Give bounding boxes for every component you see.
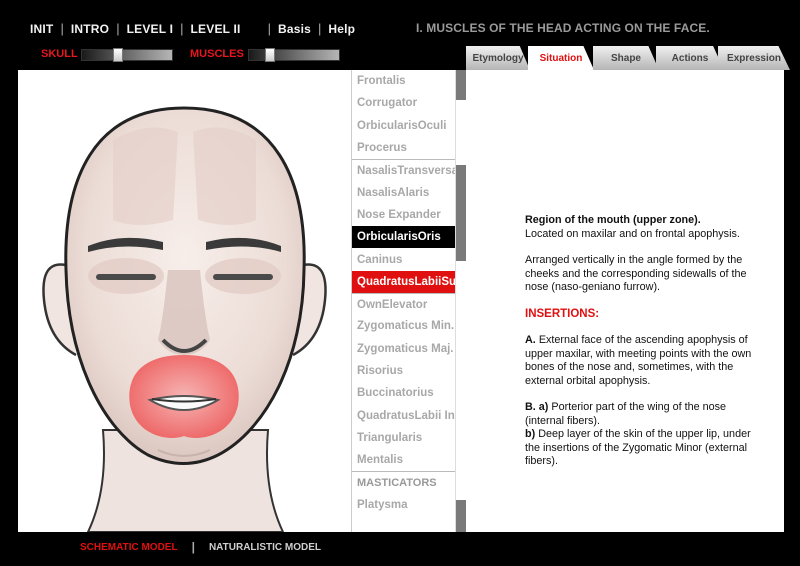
muscle-list-item[interactable]: Zygomaticus Min. (352, 315, 456, 337)
muscle-list-item[interactable]: OwnElevator (352, 292, 456, 315)
arranged-text: Arranged vertically in the angle formed … (525, 254, 747, 293)
insertion-bb-label: b) (525, 428, 536, 440)
muscles-slider[interactable] (248, 48, 340, 62)
muscle-list-item[interactable]: OrbicularisOris (352, 226, 456, 249)
muscle-list-item[interactable]: Platysma (352, 494, 456, 516)
muscle-list-scrollbar[interactable] (455, 70, 466, 532)
nav-separator: | (318, 21, 322, 36)
right-eye (213, 274, 273, 280)
insertion-a-label: A. (525, 334, 536, 346)
muscle-list-item[interactable]: Risorius (352, 360, 456, 382)
muscle-list-item[interactable]: Corrugator (352, 92, 456, 114)
muscle-list-item[interactable]: Nose Expander (352, 204, 456, 226)
tab-situation[interactable]: Situation (528, 46, 594, 70)
face-illustration (42, 106, 327, 533)
nav-separator: | (116, 21, 120, 36)
skull-slider[interactable] (81, 48, 173, 62)
insertions-heading: INSERTIONS: (525, 307, 600, 320)
nav-separator: | (60, 21, 64, 36)
skull-slider-handle[interactable] (113, 48, 124, 62)
tab-etymology[interactable]: Etymology (466, 46, 530, 70)
nav-level-1[interactable]: LEVEL I (127, 22, 174, 36)
nav-init[interactable]: INIT (30, 22, 53, 36)
muscle-list-item[interactable]: NasalisTransversa (352, 159, 456, 181)
nav-intro[interactable]: INTRO (71, 22, 109, 36)
tab-shape[interactable]: Shape (593, 46, 659, 70)
frontalis-left-shape (113, 127, 178, 225)
bottom-separator: | (191, 540, 195, 554)
skull-label: SKULL (41, 48, 78, 60)
naturalistic-model-button[interactable]: NATURALISTIC MODEL (209, 542, 321, 553)
muscle-list-item[interactable]: Mentalis (352, 449, 456, 471)
situation-text: Region of the mouth (upper zone). Locate… (525, 214, 765, 482)
muscle-list-item[interactable]: NasalisAlaris (352, 181, 456, 203)
tab-actions[interactable]: Actions (656, 46, 724, 70)
muscle-list-item[interactable]: Caninus (352, 248, 456, 270)
left-eye (96, 274, 156, 280)
nav-level-2[interactable]: LEVEL II (191, 22, 241, 36)
insertion-a-text: External face of the ascending apophysis… (525, 334, 752, 387)
muscle-list-item[interactable]: Buccinatorius (352, 382, 456, 404)
face-model-panel (18, 70, 351, 533)
situation-info-panel: Region of the mouth (upper zone). Locate… (466, 70, 784, 532)
muscle-list-panel: Frontalis Corrugator OrbicularisOculi Proce… (351, 70, 466, 532)
insertion-ba-label: B. a) (525, 401, 549, 413)
top-nav: INIT | INTRO | LEVEL I | LEVEL II | Basi… (30, 21, 355, 36)
region-title: Region of the mouth (upper zone). (525, 214, 701, 226)
muscle-list-item[interactable]: Frontalis (352, 70, 456, 92)
muscle-list-item[interactable]: Procerus (352, 137, 456, 159)
frontalis-right-shape (193, 127, 256, 225)
scrollbar-segment[interactable] (456, 70, 466, 100)
scrollbar-segment[interactable] (456, 500, 466, 532)
muscle-list-item[interactable]: QuadratusLabii Inf. (352, 404, 456, 426)
muscle-list-item[interactable]: Zygomaticus Maj. (352, 338, 456, 360)
info-tabs: Etymology Situation Shape Actions Expres… (466, 46, 790, 70)
nav-basis[interactable]: Basis (278, 22, 311, 36)
muscle-list: Frontalis Corrugator OrbicularisOculi Proce… (352, 70, 456, 516)
scrollbar-segment[interactable] (456, 165, 466, 261)
muscles-label: MUSCLES (190, 48, 244, 60)
region-text: Located on maxilar and on frontal apophy… (525, 227, 740, 240)
nav-separator: | (267, 21, 271, 36)
muscles-slider-handle[interactable] (265, 48, 276, 62)
muscle-list-item[interactable]: Triangularis (352, 427, 456, 449)
muscle-list-item[interactable]: QuadratusLabiiSup. (352, 270, 456, 293)
page-title: I. MUSCLES OF THE HEAD ACTING ON THE FAC… (416, 21, 710, 35)
muscle-list-item[interactable]: MASTICATORS (352, 471, 456, 493)
insertion-bb-text: Deep layer of the skin of the upper lip,… (525, 428, 751, 467)
model-switch-bar: SCHEMATIC MODEL | NATURALISTIC MODEL (80, 540, 321, 554)
tab-expression[interactable]: Expression (718, 46, 790, 70)
muscle-list-item[interactable]: OrbicularisOculi (352, 115, 456, 137)
schematic-model-button[interactable]: SCHEMATIC MODEL (80, 542, 178, 553)
nav-help[interactable]: Help (328, 22, 355, 36)
insertion-ba-text: Porterior part of the wing of the nose (… (525, 401, 727, 427)
nav-separator: | (180, 21, 184, 36)
